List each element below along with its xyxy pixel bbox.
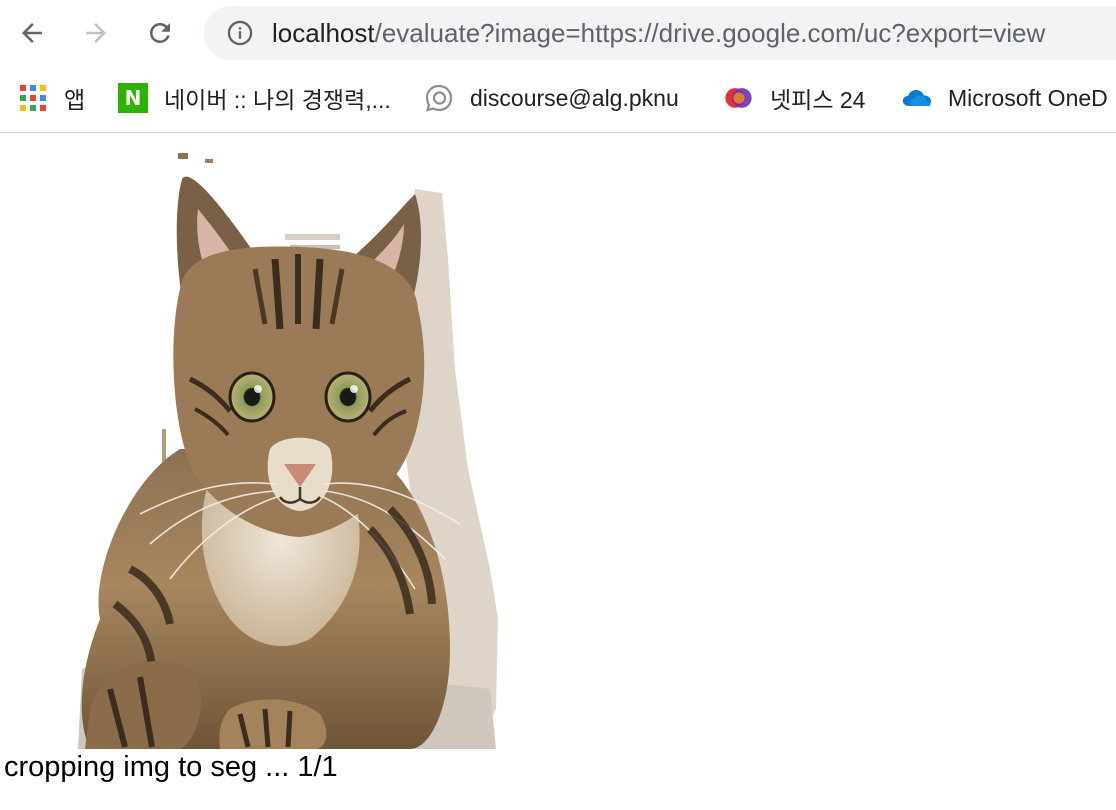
bookmark-label: 앱	[64, 87, 86, 113]
url-host: localhost	[272, 18, 375, 48]
bookmark-label: Microsoft OneD	[948, 84, 1108, 111]
bookmarks-bar: 앱 N 네이버 :: 나의 경쟁력,... discourse@alg.pknu…	[0, 66, 1116, 133]
apps-grid-icon	[18, 83, 48, 113]
bookmark-label: 넷피스 24	[770, 87, 866, 113]
bookmark-naver[interactable]: N 네이버 :: 나의 경쟁력,...	[118, 80, 391, 116]
info-icon[interactable]	[226, 19, 254, 47]
bookmark-label: 네이버 :: 나의 경쟁력,...	[164, 87, 391, 113]
netffice-icon	[724, 83, 754, 113]
url-path: /evaluate?image=https://drive.google.com…	[374, 18, 1046, 48]
reload-icon	[149, 22, 170, 43]
url-text[interactable]: localhost/evaluate?image=https://drive.g…	[272, 18, 1045, 48]
reload-button[interactable]	[140, 13, 180, 53]
back-button[interactable]	[12, 13, 52, 53]
discourse-icon	[424, 83, 454, 113]
arrow-left-icon	[22, 23, 42, 43]
status-message: cropping img to seg ... 1/1	[4, 751, 338, 783]
browser-toolbar: localhost/evaluate?image=https://drive.g…	[0, 0, 1116, 66]
segmented-cat-image	[78, 153, 498, 749]
bookmark-netffice[interactable]: 넷피스 24	[724, 80, 865, 116]
bookmark-label: discourse@alg.pknu	[470, 84, 679, 111]
bookmark-onedrive[interactable]: Microsoft OneD	[902, 80, 1108, 116]
address-bar[interactable]: localhost/evaluate?image=https://drive.g…	[204, 6, 1116, 60]
arrow-right-icon	[86, 23, 106, 43]
forward-button[interactable]	[76, 13, 116, 53]
bookmark-apps[interactable]: 앱	[18, 80, 85, 116]
onedrive-icon	[902, 83, 932, 113]
page-content: cropping img to seg ... 1/1	[0, 133, 1116, 810]
bookmark-discourse[interactable]: discourse@alg.pknu	[424, 80, 679, 116]
naver-icon: N	[118, 83, 148, 113]
